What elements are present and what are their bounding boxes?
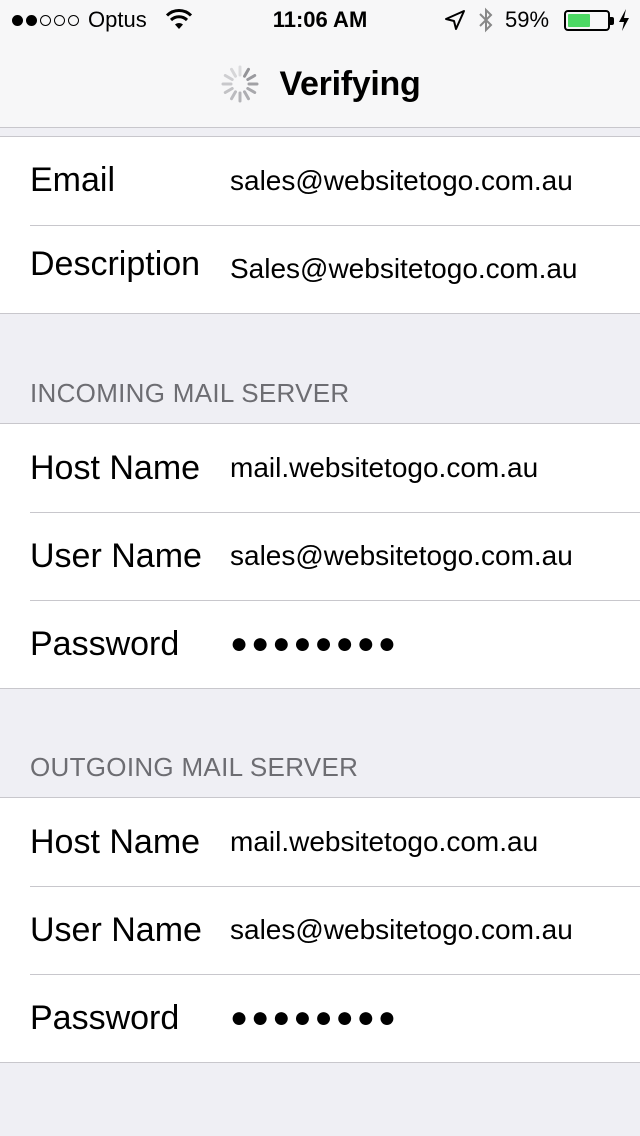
incoming-host-row[interactable]: Host Name mail.websitetogo.com.au [0,424,640,512]
outgoing-host-label: Host Name [30,823,201,861]
description-label: Description [30,245,201,283]
description-row[interactable]: Description Sales@websitetogo.com.au [0,225,640,313]
outgoing-username-label: User Name [30,911,202,949]
outgoing-section-header: OUTGOING MAIL SERVER [30,752,359,782]
outgoing-host-row[interactable]: Host Name mail.websitetogo.com.au [0,798,640,886]
top-bar: Optus 11:06 AM 59% Verifying [0,0,640,128]
email-row[interactable]: Email sales@websitetogo.com.au [0,137,640,225]
status-bar: Optus 11:06 AM 59% [0,0,640,40]
charging-bolt-icon [619,9,629,31]
incoming-username-label: User Name [30,537,202,575]
incoming-host-label: Host Name [30,449,201,487]
incoming-host-field[interactable]: mail.websitetogo.com.au [230,424,538,512]
outgoing-server-group: Host Name mail.websitetogo.com.au User N… [0,797,640,1063]
outgoing-username-row[interactable]: User Name sales@websitetogo.com.au [0,886,640,974]
battery-icon [564,10,614,31]
outgoing-password-label: Password [30,999,180,1037]
battery-percent: 59% [505,7,550,32]
screen: Optus 11:06 AM 59% Verifying Email sales… [0,0,640,1136]
activity-spinner-icon [221,65,259,103]
outgoing-password-field[interactable]: ●●●●●●●● [230,974,399,1062]
incoming-password-row[interactable]: Password ●●●●●●●● [0,600,640,688]
outgoing-username-field[interactable]: sales@websitetogo.com.au [230,886,573,974]
incoming-password-label: Password [30,625,180,663]
bluetooth-icon [479,7,493,33]
location-arrow-icon [445,10,465,30]
incoming-server-group: Host Name mail.websitetogo.com.au User N… [0,423,640,689]
incoming-username-field[interactable]: sales@websitetogo.com.au [230,512,573,600]
nav-title-bar: Verifying [0,58,640,110]
email-field[interactable]: sales@websitetogo.com.au [230,137,573,225]
incoming-username-row[interactable]: User Name sales@websitetogo.com.au [0,512,640,600]
description-field[interactable]: Sales@websitetogo.com.au [230,225,578,313]
incoming-section-header: INCOMING MAIL SERVER [30,378,350,408]
outgoing-password-row[interactable]: Password ●●●●●●●● [0,974,640,1062]
account-group: Email sales@websitetogo.com.au Descripti… [0,136,640,314]
email-label: Email [30,161,116,199]
incoming-password-field[interactable]: ●●●●●●●● [230,600,399,688]
outgoing-host-field[interactable]: mail.websitetogo.com.au [230,798,538,886]
page-title: Verifying [279,64,421,103]
